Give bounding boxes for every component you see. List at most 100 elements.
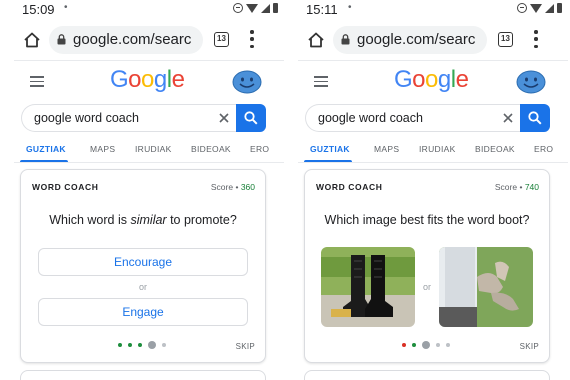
progress-dots xyxy=(21,341,265,353)
skip-button[interactable]: SKIP xyxy=(236,342,255,351)
score: Score • 360 xyxy=(211,182,255,192)
hamburger-icon[interactable] xyxy=(30,76,44,87)
logo-letter: o xyxy=(425,66,438,93)
tab-more[interactable]: ERO xyxy=(534,144,553,154)
question: Which image best fits the word boot? xyxy=(324,213,530,227)
logo-letter: G xyxy=(394,66,413,93)
url-text: google.com/searc xyxy=(357,31,476,48)
logo-letter: e xyxy=(171,66,185,93)
tab-maps[interactable]: MAPS xyxy=(374,144,399,154)
search-query: google word coach xyxy=(34,111,139,125)
wifi-icon xyxy=(530,3,542,13)
question-start: Which word is xyxy=(49,213,131,227)
next-result-card xyxy=(304,370,550,380)
progress-dot xyxy=(128,343,132,347)
avatar-icon[interactable] xyxy=(232,70,262,94)
tabs-icon[interactable]: 13 xyxy=(498,32,513,47)
tab-images[interactable]: IRUDIAK xyxy=(135,144,172,154)
avatar-icon[interactable] xyxy=(516,70,546,94)
score-label: Score • xyxy=(494,182,523,192)
logo-letter: o xyxy=(141,66,154,93)
home-icon[interactable] xyxy=(23,31,41,49)
progress-dot-current xyxy=(422,341,430,349)
status-icons xyxy=(517,3,562,13)
gloves-image xyxy=(439,247,533,327)
search-icon xyxy=(244,111,258,125)
question: Which word is similar to promote? xyxy=(21,213,265,227)
answer-option-2[interactable]: Engage xyxy=(38,298,248,326)
toolbar-divider xyxy=(14,60,284,61)
progress-dot-current xyxy=(148,341,156,349)
score-value: 740 xyxy=(524,182,539,192)
tab-all[interactable]: GUZTIAK xyxy=(310,144,350,154)
tab-maps[interactable]: MAPS xyxy=(90,144,115,154)
hamburger-icon[interactable] xyxy=(314,76,328,87)
score-label: Score • xyxy=(210,182,239,192)
word-coach-card: WORD COACH Score • 360 Which word is sim… xyxy=(20,169,266,363)
notification-dot: • xyxy=(64,2,68,13)
progress-dot xyxy=(446,343,450,347)
logo-letter: g xyxy=(153,66,167,93)
url-bar[interactable]: google.com/searc xyxy=(333,26,487,54)
clear-icon[interactable] xyxy=(218,112,230,124)
tab-all[interactable]: GUZTIAK xyxy=(26,144,66,154)
logo-letter: g xyxy=(437,66,451,93)
progress-dot xyxy=(412,343,416,347)
url-bar[interactable]: google.com/searc xyxy=(49,26,203,54)
skip-button[interactable]: SKIP xyxy=(520,342,539,351)
score: Score • 740 xyxy=(495,182,539,192)
google-logo[interactable]: Google xyxy=(394,66,469,94)
battery-icon xyxy=(557,3,562,13)
answer-option-1[interactable]: Encourage xyxy=(38,248,248,276)
lock-icon xyxy=(341,34,350,45)
card-title: WORD COACH xyxy=(316,182,383,192)
logo-letter: o xyxy=(128,66,142,93)
status-icons xyxy=(233,3,278,13)
status-bar: 15:09 • xyxy=(14,0,284,20)
phone-screen-left: 15:09 • google.com/searc 13 Google googl… xyxy=(14,0,284,380)
dnd-icon xyxy=(233,3,243,13)
search-input[interactable]: google word coach xyxy=(305,104,521,132)
clear-icon[interactable] xyxy=(502,112,514,124)
google-logo[interactable]: Google xyxy=(110,66,185,94)
score-value: 360 xyxy=(240,182,255,192)
search-tabs: GUZTIAK MAPS IRUDIAK BIDEOAK ERO xyxy=(298,141,568,163)
phone-screen-right: 15:11 • google.com/searc 13 Google googl… xyxy=(298,0,568,380)
signal-icon xyxy=(261,3,270,13)
menu-icon[interactable] xyxy=(250,30,254,48)
logo-letter: G xyxy=(110,66,129,93)
tab-videos[interactable]: BIDEOAK xyxy=(191,144,231,154)
toolbar-divider xyxy=(298,60,568,61)
or-separator: or xyxy=(138,282,147,292)
dnd-icon xyxy=(517,3,527,13)
browser-toolbar: google.com/searc 13 xyxy=(298,26,568,54)
search-query: google word coach xyxy=(318,111,423,125)
progress-dots xyxy=(305,341,549,353)
active-tab-indicator xyxy=(20,160,68,162)
search-button[interactable] xyxy=(236,104,266,132)
tabs-icon[interactable]: 13 xyxy=(214,32,229,47)
card-title: WORD COACH xyxy=(32,182,99,192)
menu-icon[interactable] xyxy=(534,30,538,48)
progress-dot xyxy=(138,343,142,347)
tab-images[interactable]: IRUDIAK xyxy=(419,144,456,154)
status-time: 15:11 xyxy=(306,2,338,17)
logo-letter: e xyxy=(455,66,469,93)
search-button[interactable] xyxy=(520,104,550,132)
progress-dot xyxy=(162,343,166,347)
image-option-gloves[interactable] xyxy=(439,247,533,327)
search-icon xyxy=(528,111,542,125)
progress-dot xyxy=(436,343,440,347)
home-icon[interactable] xyxy=(307,31,325,49)
tab-videos[interactable]: BIDEOAK xyxy=(475,144,515,154)
browser-toolbar: google.com/searc 13 xyxy=(14,26,284,54)
wifi-icon xyxy=(246,3,258,13)
question-end: to promote? xyxy=(166,213,237,227)
search-input[interactable]: google word coach xyxy=(21,104,237,132)
status-time: 15:09 xyxy=(22,2,55,17)
url-text: google.com/searc xyxy=(73,31,192,48)
tab-more[interactable]: ERO xyxy=(250,144,269,154)
search-tabs: GUZTIAK MAPS IRUDIAK BIDEOAK ERO xyxy=(14,141,284,163)
question-emphasis: similar xyxy=(130,213,167,227)
signal-icon xyxy=(545,3,554,13)
